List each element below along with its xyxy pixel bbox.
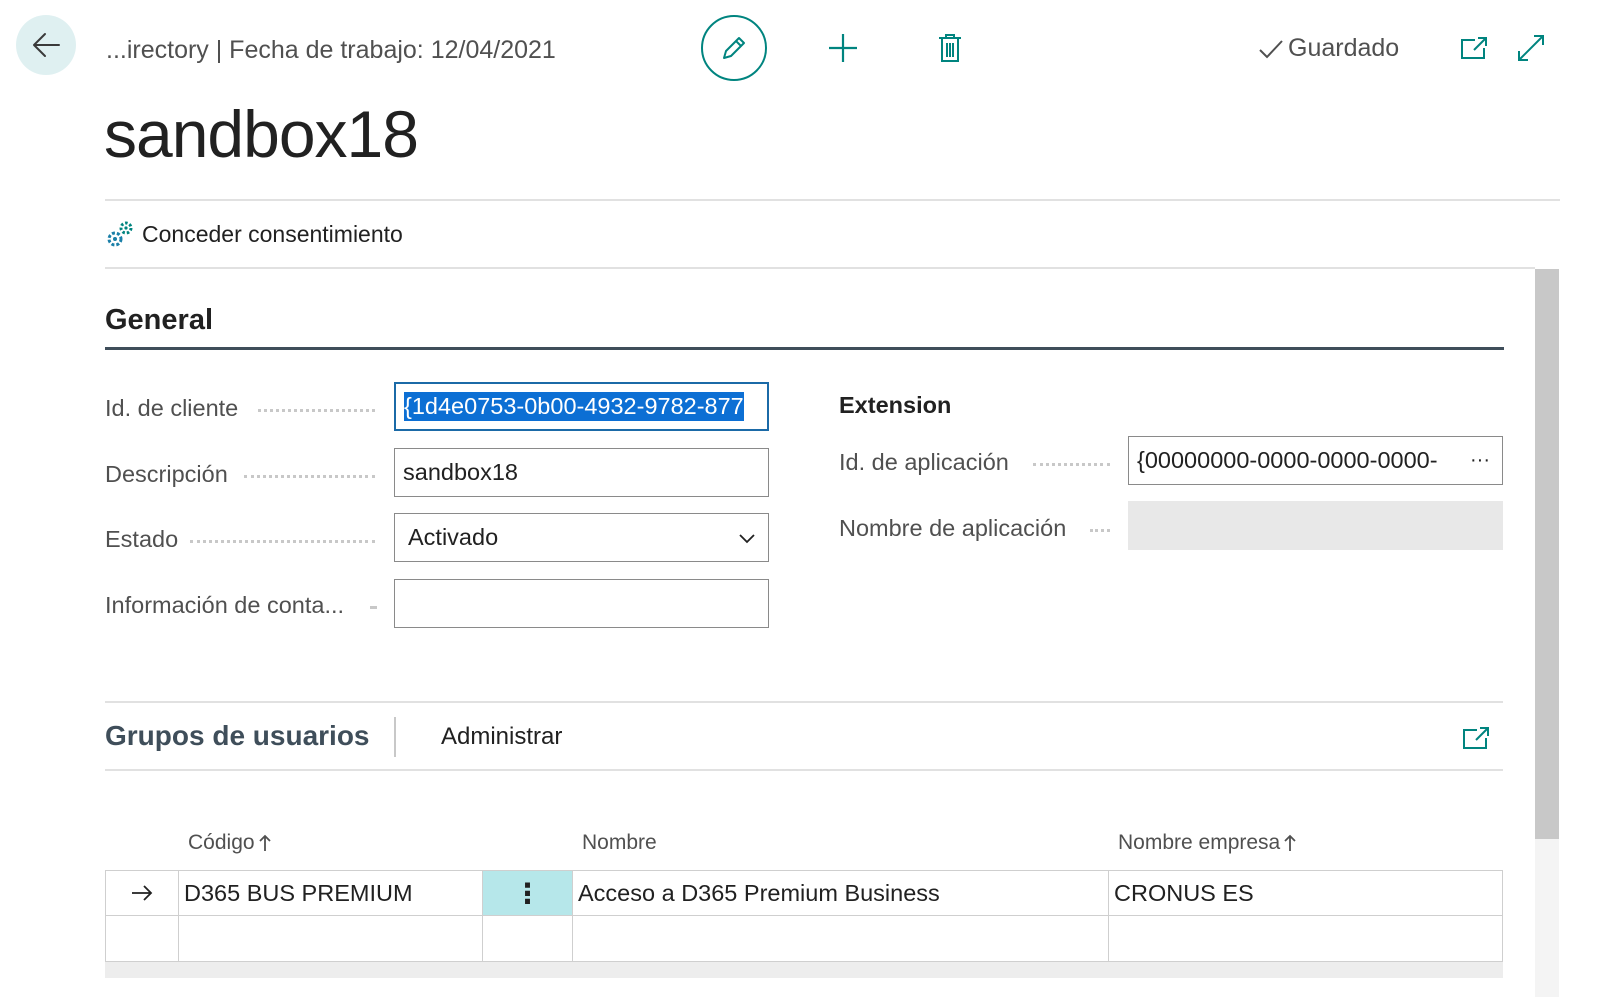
chevron-down-icon — [739, 533, 755, 543]
column-header-code-label: Código — [188, 831, 255, 854]
label-dots — [258, 409, 375, 412]
open-new-window-button[interactable] — [1452, 26, 1496, 70]
row-actions-menu-button[interactable]: ⋮ — [483, 871, 573, 915]
cell-company[interactable]: CRONUS ES — [1109, 871, 1502, 915]
expand-button[interactable] — [1509, 26, 1553, 70]
saved-label: Guardado — [1288, 34, 1400, 62]
client-id-field[interactable]: {1d4e0753-0b00-4932-9782-877 — [394, 382, 769, 431]
label-dots — [1090, 529, 1110, 532]
column-header-name[interactable]: Nombre — [582, 831, 657, 855]
checkmark-icon — [1259, 39, 1283, 58]
title-divider — [105, 199, 1560, 201]
grant-consent-label: Conceder consentimiento — [142, 220, 403, 247]
scrollbar-thumb[interactable] — [1535, 269, 1559, 839]
manage-action[interactable]: Administrar — [441, 723, 562, 751]
open-in-new-window-icon — [1463, 727, 1489, 749]
plus-icon — [829, 34, 857, 62]
section-underline — [105, 347, 1504, 350]
cell-menu[interactable] — [483, 916, 573, 961]
app-id-field[interactable]: {00000000-0000-0000-0000- ··· — [1128, 436, 1503, 485]
column-header-company-label: Nombre empresa — [1118, 831, 1281, 854]
expand-icon — [1518, 35, 1544, 61]
client-id-value: {1d4e0753-0b00-4932-9782-877 — [404, 392, 744, 421]
cell-name[interactable]: Acceso a D365 Premium Business — [573, 871, 1109, 915]
pencil-icon — [723, 37, 745, 59]
new-button[interactable] — [821, 26, 865, 70]
user-groups-grid: D365 BUS PREMIUM ⋮ Acceso a D365 Premium… — [105, 870, 1503, 962]
client-id-label: Id. de cliente — [105, 395, 239, 421]
state-select[interactable]: Activado — [394, 513, 769, 562]
label-dots — [190, 540, 375, 543]
sort-ascending-icon — [258, 834, 271, 851]
subpage-title-divider — [394, 717, 396, 757]
description-value: sandbox18 — [403, 459, 518, 485]
row-selector[interactable] — [106, 916, 179, 961]
label-dots — [244, 475, 375, 478]
column-header-code[interactable]: Código — [188, 831, 271, 855]
row-selector[interactable] — [106, 871, 179, 915]
column-header-name-label: Nombre — [582, 831, 657, 854]
table-row[interactable]: D365 BUS PREMIUM ⋮ Acceso a D365 Premium… — [105, 870, 1503, 916]
back-button[interactable] — [16, 15, 76, 75]
user-groups-title[interactable]: Grupos de usuarios — [105, 720, 370, 752]
grid-footer — [105, 962, 1503, 978]
table-row[interactable] — [105, 916, 1503, 962]
app-name-field — [1128, 501, 1503, 550]
label-dots — [370, 606, 376, 609]
cell-code[interactable]: D365 BUS PREMIUM — [179, 871, 483, 915]
back-arrow-icon — [33, 33, 60, 57]
open-in-new-window-icon — [1461, 37, 1487, 59]
section-title-general[interactable]: General — [105, 304, 213, 337]
trash-icon — [939, 34, 961, 62]
saved-status: Guardado — [1258, 34, 1399, 63]
contact-info-label: Información de conta... — [105, 592, 345, 618]
subpage-header-divider — [105, 769, 1503, 771]
app-id-value: {00000000-0000-0000-0000- — [1137, 447, 1438, 473]
description-label: Descripción — [105, 461, 228, 487]
sort-ascending-icon — [1284, 834, 1296, 851]
cell-code[interactable] — [179, 916, 483, 961]
subpage-open-button[interactable] — [1454, 716, 1498, 760]
breadcrumb: ...irectory | Fecha de trabajo: 12/04/20… — [106, 36, 556, 64]
cell-company[interactable] — [1109, 916, 1502, 961]
label-dots — [1033, 463, 1110, 466]
edit-button[interactable] — [701, 15, 767, 81]
state-value: Activado — [408, 524, 499, 550]
extension-group-title: Extension — [839, 392, 952, 418]
row-arrow-icon — [132, 885, 153, 901]
description-field[interactable]: sandbox18 — [394, 448, 769, 497]
contact-info-field[interactable] — [394, 579, 769, 628]
app-id-label: Id. de aplicación — [839, 449, 1009, 475]
cell-name[interactable] — [573, 916, 1109, 961]
app-id-lookup-button[interactable]: ··· — [1470, 449, 1494, 472]
page-title: sandbox18 — [104, 97, 419, 171]
app-name-label: Nombre de aplicación — [839, 515, 1067, 541]
grant-consent-action[interactable]: Conceder consentimiento — [106, 220, 403, 248]
delete-button[interactable] — [928, 26, 972, 70]
column-header-company[interactable]: Nombre empresa — [1118, 831, 1296, 855]
gears-icon — [107, 221, 133, 247]
state-label: Estado — [105, 526, 179, 552]
subpage-top-divider — [105, 701, 1503, 703]
action-bar-divider — [105, 267, 1535, 269]
